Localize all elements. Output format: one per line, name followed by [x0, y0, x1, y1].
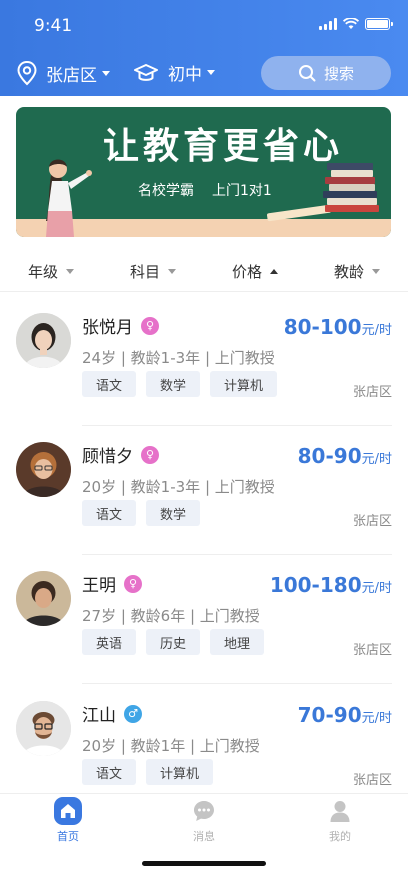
graduation-cap-icon [134, 63, 158, 81]
subject-tag: 计算机 [210, 371, 278, 397]
caret-down-icon [372, 268, 380, 274]
chevron-down-icon [102, 70, 110, 76]
status-icons [319, 18, 393, 30]
female-icon: ♀ [141, 445, 159, 464]
banner-title: 让教育更省心 [102, 126, 343, 167]
banner-sub-right: 上门1对1 [212, 183, 272, 199]
teacher-illustration [46, 159, 92, 237]
location-label: 张店区 [46, 65, 97, 86]
avatar [16, 701, 71, 756]
filter-price[interactable]: 价格 [204, 254, 306, 288]
male-icon: ♂ [124, 704, 142, 723]
home-icon [53, 796, 83, 826]
filter-subject[interactable]: 科目 [102, 254, 204, 288]
divider [0, 291, 408, 292]
tab-label: 首页 [57, 830, 79, 843]
name-row: 王明 ♀ [82, 571, 142, 596]
name-row: 张悦月 ♀ [82, 313, 159, 338]
user-icon [325, 796, 355, 826]
caret-up-icon [270, 268, 278, 274]
female-icon: ♀ [124, 574, 142, 593]
district: 张店区 [352, 385, 392, 400]
filter-label: 科目 [129, 262, 160, 281]
filter-label: 价格 [231, 262, 262, 281]
price: 100-180元/时 [269, 573, 392, 597]
grade-label: 初中 [168, 65, 202, 85]
avatar [16, 571, 71, 626]
subject-tag: 地理 [210, 629, 265, 655]
divider [82, 683, 392, 684]
search-label: 搜索 [323, 64, 354, 83]
teacher-meta: 20岁 | 教龄1-3年 | 上门教授 [82, 478, 275, 496]
chat-icon [189, 796, 219, 826]
filter-label: 年级 [27, 262, 58, 281]
teacher-meta: 20岁 | 教龄1年 | 上门教授 [82, 737, 260, 755]
subject-tag: 语文 [82, 371, 137, 397]
battery-icon [365, 18, 393, 30]
tab-label: 我的 [329, 830, 351, 843]
female-icon: ♀ [141, 316, 159, 335]
avatar [16, 442, 71, 497]
status-time: 9:41 [34, 16, 73, 36]
subject-tag: 历史 [146, 629, 201, 655]
home-indicator [142, 861, 266, 866]
bottom-tab-bar: 首页 消息 我的 [0, 793, 408, 883]
subject-tags: 语文 数学 计算机 [82, 371, 278, 397]
teacher-meta: 27岁 | 教龄6年 | 上门教授 [82, 607, 260, 625]
promo-banner[interactable]: 让教育更省心 名校学霸 上门1对1 [16, 107, 391, 237]
district: 张店区 [352, 643, 392, 658]
location-selector[interactable]: 张店区 [16, 60, 110, 86]
teacher-card[interactable]: 王明 ♀ 100-180元/时 27岁 | 教龄6年 | 上门教授 英语 历史 … [16, 571, 392, 684]
name-row: 顾惜夕 ♀ [82, 442, 159, 467]
price: 70-90元/时 [297, 703, 392, 727]
name-row: 江山 ♂ [82, 701, 142, 726]
subject-tag: 语文 [82, 500, 137, 526]
teacher-name: 江山 [82, 706, 116, 726]
teacher-name: 张悦月 [82, 318, 133, 338]
search-button[interactable]: 搜索 [261, 56, 391, 90]
teacher-meta: 24岁 | 教龄1-3年 | 上门教授 [82, 349, 275, 367]
tab-profile[interactable]: 我的 [272, 796, 408, 844]
location-pin-icon [17, 60, 37, 86]
wifi-icon [343, 18, 359, 29]
subject-tag: 语文 [82, 759, 137, 785]
subject-tags: 英语 历史 地理 [82, 629, 265, 655]
filter-bar: 年级 科目 价格 教龄 [0, 254, 408, 288]
avatar [16, 313, 71, 368]
subject-tag: 计算机 [146, 759, 214, 785]
teacher-card[interactable]: 张悦月 ♀ 80-100元/时 24岁 | 教龄1-3年 | 上门教授 语文 数… [16, 313, 392, 426]
price: 80-100元/时 [283, 315, 392, 339]
divider [82, 425, 392, 426]
banner-subtitle: 名校学霸 上门1对1 [138, 180, 272, 200]
subject-tag: 英语 [82, 629, 137, 655]
filter-experience[interactable]: 教龄 [306, 254, 408, 288]
caret-down-icon [168, 268, 176, 274]
filter-label: 教龄 [333, 262, 364, 281]
subject-tag: 数学 [146, 500, 201, 526]
subject-tag: 数学 [146, 371, 201, 397]
top-header: 9:41 张店区 初中 搜索 [0, 0, 408, 96]
subject-tags: 语文 计算机 [82, 759, 214, 785]
divider [82, 554, 392, 555]
tab-home[interactable]: 首页 [0, 796, 136, 844]
teacher-card[interactable]: 顾惜夕 ♀ 80-90元/时 20岁 | 教龄1-3年 | 上门教授 语文 数学… [16, 442, 392, 555]
teacher-name: 王明 [82, 576, 116, 596]
price: 80-90元/时 [297, 444, 392, 468]
teacher-name: 顾惜夕 [82, 447, 133, 467]
tab-messages[interactable]: 消息 [136, 796, 272, 844]
district: 张店区 [352, 773, 392, 788]
grade-selector[interactable]: 初中 [134, 60, 215, 85]
books-illustration [267, 163, 379, 222]
district: 张店区 [352, 514, 392, 529]
signal-icon [319, 18, 337, 30]
search-icon [298, 65, 316, 82]
caret-down-icon [66, 268, 74, 274]
filter-grade[interactable]: 年级 [0, 254, 102, 288]
chevron-down-icon [207, 70, 215, 75]
subject-tags: 语文 数学 [82, 500, 201, 526]
tab-label: 消息 [193, 830, 215, 843]
banner-sub-left: 名校学霸 [138, 183, 194, 199]
